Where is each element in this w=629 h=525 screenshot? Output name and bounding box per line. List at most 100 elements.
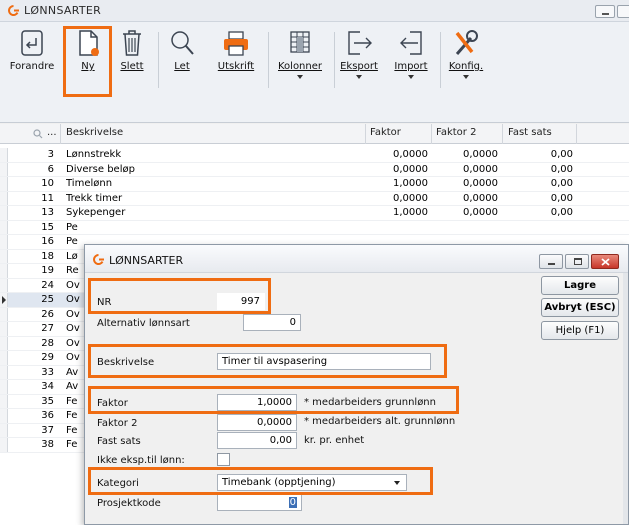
row-indicator[interactable] — [0, 307, 8, 321]
kategori-value: Timebank (opptjening) — [222, 477, 336, 488]
dialog-scrollbar[interactable] — [623, 273, 628, 524]
row-indicator[interactable] — [0, 394, 8, 408]
row-indicator[interactable] — [0, 336, 8, 350]
row-nr-cell: 37 — [41, 424, 54, 436]
fast-sats-field[interactable]: 0,00 — [217, 432, 297, 449]
table-row[interactable]: 3 Lønnstrekk 0,0000 0,0000 0,00 — [0, 148, 629, 163]
column-header-fast-sats[interactable]: Fast sats — [508, 127, 552, 138]
column-header-faktor2[interactable]: Faktor 2 — [436, 127, 476, 138]
hjelp-button[interactable]: Hjelp (F1) — [541, 321, 619, 340]
row-nr-cell: 15 — [41, 221, 54, 233]
ikke-eksp-checkbox[interactable] — [217, 453, 230, 466]
row-indicator[interactable] — [0, 409, 8, 423]
row-faktor-cell: 0,0000 — [393, 149, 428, 160]
row-faktor2-cell: 0,0000 — [463, 163, 498, 175]
faktor-field[interactable]: 1,0000 — [217, 394, 297, 411]
kategori-label: Kategori — [97, 478, 139, 489]
let-button[interactable]: Let — [162, 28, 202, 94]
row-nr-cell: 24 — [41, 279, 54, 291]
row-indicator[interactable] — [0, 293, 8, 307]
utskrift-label: Utskrift — [217, 61, 255, 72]
row-nr-cell: 3 — [47, 149, 54, 160]
table-row[interactable]: 11 Trekk timer 0,0000 0,0000 0,00 — [0, 191, 629, 206]
row-fast-sats-cell: 0,00 — [550, 178, 573, 189]
ny-button[interactable]: Ny — [68, 28, 108, 94]
row-indicator[interactable] — [0, 438, 8, 452]
row-faktor2-cell: 0,0000 — [463, 178, 498, 189]
row-indicator[interactable] — [0, 249, 8, 263]
minimize-icon — [548, 263, 555, 265]
row-indicator[interactable] — [0, 162, 8, 176]
window-title: LØNNSARTER — [24, 4, 102, 17]
row-indicator[interactable] — [0, 380, 8, 394]
chevron-down-icon — [463, 75, 469, 79]
columns-icon — [290, 31, 310, 53]
faktor-label: Faktor — [97, 398, 128, 409]
faktor2-field[interactable]: 0,0000 — [217, 414, 297, 431]
import-label: Import — [394, 61, 428, 72]
row-indicator[interactable] — [0, 177, 8, 191]
maximize-icon — [574, 258, 582, 265]
row-indicator[interactable] — [0, 351, 8, 365]
beskrivelse-field[interactable]: Timer til avspasering — [217, 353, 431, 370]
new-document-icon — [79, 30, 99, 56]
dialog-maximize-button[interactable] — [565, 254, 589, 269]
row-indicator[interactable] — [0, 235, 8, 249]
row-indicator[interactable] — [0, 278, 8, 292]
slett-label: Slett — [120, 61, 144, 72]
row-indicator[interactable] — [0, 322, 8, 336]
kategori-select[interactable]: Timebank (opptjening) — [217, 474, 407, 491]
row-beskrivelse-cell: Sykepenger — [66, 207, 126, 218]
current-row-icon — [2, 296, 6, 304]
table-row[interactable]: 6 Diverse beløp 0,0000 0,0000 0,00 — [0, 162, 629, 177]
row-beskrivelse-cell: Trekk timer — [66, 192, 123, 204]
row-indicator[interactable] — [0, 365, 8, 379]
faktor2-suffix: * medarbeiders alt. grunnlønn — [304, 416, 456, 427]
row-indicator[interactable] — [0, 191, 8, 205]
row-indicator[interactable] — [0, 423, 8, 437]
slett-button[interactable]: Slett — [112, 28, 152, 94]
search-icon[interactable] — [33, 129, 43, 139]
column-header-beskrivelse[interactable]: Beskrivelse — [66, 127, 123, 138]
dialog-minimize-button[interactable] — [539, 254, 563, 269]
row-nr-cell: 16 — [41, 236, 54, 247]
row-nr-cell: 19 — [41, 265, 54, 276]
prosjektkode-label: Prosjektkode — [97, 498, 161, 509]
row-faktor2-cell: 0,0000 — [463, 149, 498, 160]
alt-lonnsart-field[interactable]: 0 — [243, 314, 301, 331]
prosjektkode-field[interactable]: 0 — [217, 494, 302, 511]
row-indicator[interactable] — [0, 148, 8, 162]
row-nr-cell: 10 — [41, 178, 54, 189]
nr-field[interactable]: 997 — [217, 293, 265, 310]
prosjektkode-value: 0 — [288, 497, 297, 508]
avbryt-button[interactable]: Avbryt (ESC) — [541, 298, 619, 317]
eksport-button[interactable]: Eksport — [336, 28, 382, 94]
konfig-label: Konfig. — [448, 61, 484, 72]
row-indicator[interactable] — [0, 220, 8, 234]
column-header-faktor[interactable]: Faktor — [370, 127, 401, 138]
lagre-button[interactable]: Lagre — [541, 276, 619, 295]
row-nr-cell: 26 — [41, 308, 54, 320]
table-row[interactable]: 15 Pe — [0, 220, 629, 235]
row-indicator[interactable] — [0, 206, 8, 220]
row-indicator[interactable] — [0, 264, 8, 278]
edit-icon — [21, 30, 43, 56]
minimize-button[interactable] — [595, 5, 615, 18]
utskrift-button[interactable]: Utskrift — [212, 28, 260, 94]
import-button[interactable]: Import — [388, 28, 434, 94]
table-row[interactable]: 13 Sykepenger 1,0000 0,0000 0,00 — [0, 206, 629, 221]
forandre-button[interactable]: Forandre — [2, 28, 62, 94]
lonnsart-dialog: LØNNSARTER NR 997 Alternativ lønnsart 0 … — [84, 244, 629, 525]
eksport-label: Eksport — [340, 61, 378, 72]
row-faktor-cell: 1,0000 — [393, 207, 428, 218]
row-nr-cell: 38 — [41, 439, 54, 450]
trash-icon — [123, 30, 141, 56]
row-beskrivelse-cell: Pe — [66, 221, 78, 233]
kolonner-button[interactable]: Kolonner — [272, 28, 328, 94]
toolbar-separator — [158, 32, 159, 88]
table-row[interactable]: 10 Timelønn 1,0000 0,0000 0,00 — [0, 177, 629, 192]
dialog-close-button[interactable] — [591, 254, 619, 269]
close-button[interactable] — [617, 5, 629, 18]
forandre-label: Forandre — [9, 61, 55, 72]
konfig-button[interactable]: Konfig. — [444, 28, 488, 94]
